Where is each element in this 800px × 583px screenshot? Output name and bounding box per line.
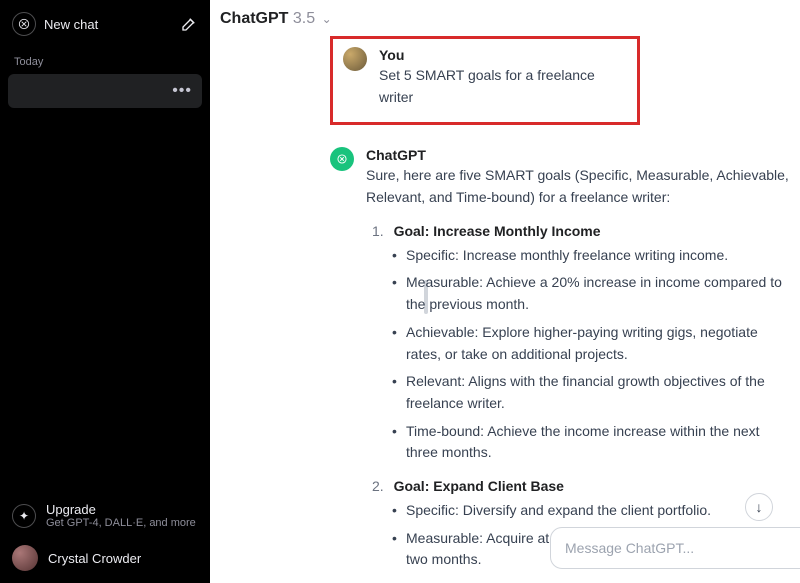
chevron-down-icon: ⌄ [322, 12, 332, 26]
goal-number: 1. [372, 223, 384, 239]
goal-point: Relevant: Aligns with the financial grow… [392, 371, 790, 414]
sidebar: New chat Today ••• ✦ Upgrade Get GPT-4, … [0, 0, 210, 583]
sidebar-section-today: Today [8, 46, 202, 74]
composer-input[interactable]: Message ChatGPT... [550, 527, 800, 569]
goal-title: Goal: Expand Client Base [394, 478, 564, 494]
user-avatar-icon [12, 545, 38, 571]
upgrade-title: Upgrade [46, 502, 196, 517]
user-message-avatar-icon [343, 47, 367, 71]
user-menu[interactable]: Crystal Crowder [8, 537, 202, 575]
goal-point: Specific: Diversify and expand the clien… [392, 500, 790, 522]
goal-list: 1. Goal: Increase Monthly Income Specifi… [366, 223, 790, 571]
new-chat-label: New chat [44, 17, 172, 32]
conversation-item[interactable]: ••• [8, 74, 202, 108]
new-chat-row[interactable]: New chat [8, 8, 202, 46]
assistant-message: ChatGPT Sure, here are five SMART goals … [210, 139, 790, 583]
model-selector[interactable]: ChatGPT 3.5 ⌄ [210, 0, 800, 34]
user-name-label: Crystal Crowder [48, 551, 141, 566]
upgrade-subtitle: Get GPT-4, DALL·E, and more [46, 517, 196, 529]
goal-point: Measurable: Achieve a 20% increase in in… [392, 272, 790, 315]
goal-point: Specific: Increase monthly freelance wri… [392, 245, 790, 267]
model-name: ChatGPT [220, 10, 288, 27]
upgrade-button[interactable]: ✦ Upgrade Get GPT-4, DALL·E, and more [8, 494, 202, 537]
main-area: ChatGPT 3.5 ⌄ You Set 5 SMART goals for … [210, 0, 800, 583]
assistant-avatar-icon [330, 147, 354, 171]
openai-logo-icon [12, 12, 36, 36]
goal-point: Achievable: Explore higher-paying writin… [392, 322, 790, 365]
user-message-text: Set 5 SMART goals for a freelance writer [379, 65, 627, 108]
conversation-menu-icon[interactable]: ••• [172, 82, 192, 100]
goal-number: 2. [372, 478, 384, 494]
assistant-message-name: ChatGPT [366, 147, 790, 163]
user-message: You Set 5 SMART goals for a freelance wr… [330, 36, 640, 125]
goal-item: 1. Goal: Increase Monthly Income Specifi… [372, 223, 790, 464]
user-message-name: You [379, 47, 627, 63]
arrow-down-icon: ↓ [756, 499, 763, 515]
new-chat-pencil-icon[interactable] [180, 15, 198, 33]
composer-placeholder: Message ChatGPT... [565, 540, 694, 556]
scroll-to-bottom-button[interactable]: ↓ [745, 493, 773, 521]
messages: You Set 5 SMART goals for a freelance wr… [210, 34, 800, 583]
assistant-intro: Sure, here are five SMART goals (Specifi… [366, 165, 790, 208]
sparkle-icon: ✦ [12, 504, 36, 528]
goal-point: Time-bound: Achieve the income increase … [392, 421, 790, 464]
model-version: 3.5 [293, 10, 315, 27]
goal-title: Goal: Increase Monthly Income [394, 223, 601, 239]
